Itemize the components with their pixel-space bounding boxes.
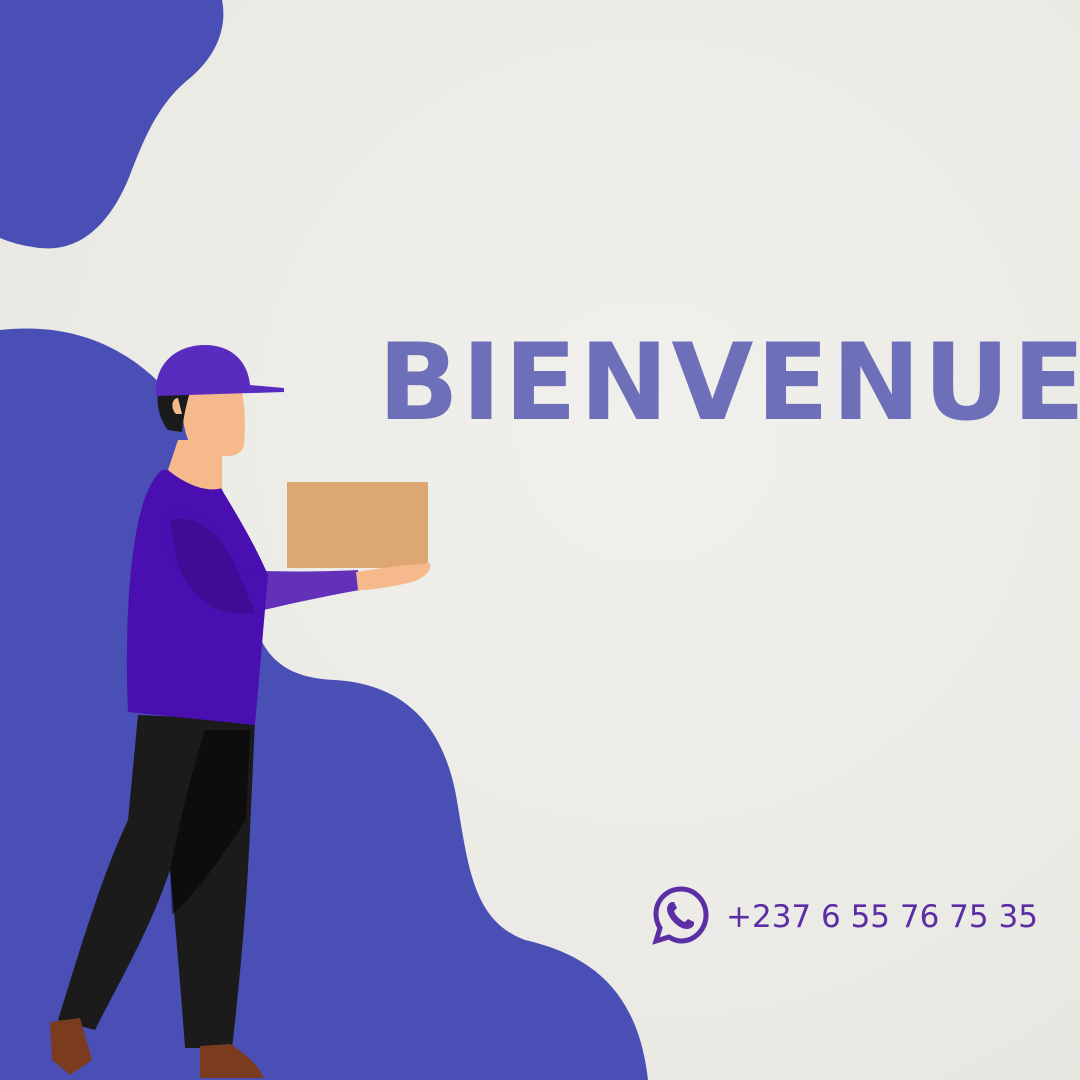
whatsapp-contact[interactable]: +237 6 55 76 75 35 <box>650 884 1038 950</box>
welcome-poster: BIENVENUE +237 6 55 76 75 35 <box>0 0 1080 1080</box>
welcome-heading: BIENVENUE <box>378 321 1080 444</box>
phone-number: +237 6 55 76 75 35 <box>726 899 1038 935</box>
whatsapp-icon <box>650 884 712 950</box>
top-left-blob <box>0 0 224 249</box>
head <box>181 385 245 457</box>
parcel-box <box>287 482 428 568</box>
cap <box>155 345 284 396</box>
